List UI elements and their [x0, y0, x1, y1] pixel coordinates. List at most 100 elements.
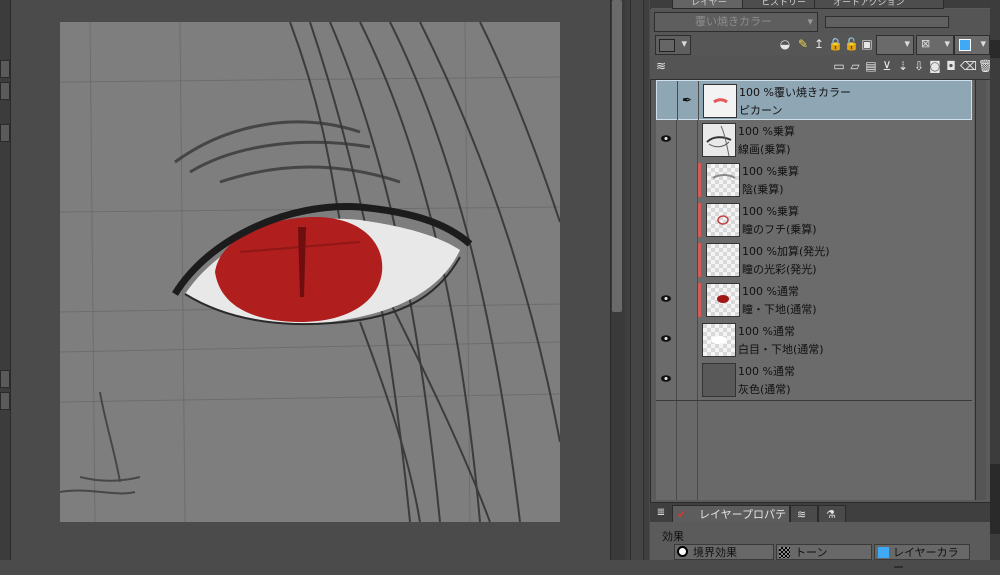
layer-name-label: 灰色(通常)	[738, 383, 791, 396]
lock-transparency-icon[interactable]: 🔓	[844, 37, 859, 51]
canvas-scroll-thumb[interactable]	[612, 0, 622, 312]
layer-row[interactable]: 100 %加算(発光) 瞳の光彩(発光)	[656, 240, 972, 281]
edge-button[interactable]	[990, 464, 1000, 534]
visibility-toggle[interactable]	[657, 81, 678, 121]
layer-menu-icon[interactable]: ≋	[654, 59, 668, 73]
edit-target-column[interactable]: ✒	[678, 81, 699, 121]
eye-icon	[661, 295, 671, 302]
edit-target-column[interactable]	[677, 240, 698, 280]
pen-icon: ✔	[677, 508, 687, 521]
eye-icon	[661, 375, 671, 382]
edit-target-column[interactable]	[677, 320, 698, 360]
layer-color-button[interactable]: ▾	[954, 35, 990, 55]
empty-eye-column	[656, 401, 677, 500]
flask-icon: ⚗	[826, 508, 836, 521]
layer-mode-label: 100 %覆い焼きカラー	[739, 86, 851, 99]
lock-icon[interactable]: 🔒	[828, 37, 843, 51]
layer-row[interactable]: 100 %乗算 陰(乗算)	[656, 160, 972, 201]
mask-icon[interactable]: ▣	[860, 37, 874, 51]
ruler-dropdown[interactable]: ⊠ ▾	[916, 35, 954, 55]
mask-dropdown[interactable]: ▾	[876, 35, 914, 55]
tone-label: トーン	[795, 546, 828, 559]
chevron-down-icon: ▾	[681, 37, 687, 50]
layer-list-scrollbar[interactable]	[975, 80, 986, 500]
clipping-indicator	[698, 243, 701, 277]
layer-thumbnail	[706, 163, 740, 197]
edit-target-column[interactable]	[677, 360, 698, 400]
layer-row[interactable]: ✒ 100 %覆い焼きカラー ピカーン	[656, 80, 972, 121]
pen-edit-icon: ✒	[682, 93, 693, 107]
edge-button[interactable]	[0, 392, 10, 410]
layer-row[interactable]: 100 %通常 瞳・下地(通常)	[656, 280, 972, 321]
tab-auto-action-label: オートアクション	[833, 0, 905, 8]
layer-row[interactable]: 100 %通常 白目・下地(通常)	[656, 320, 972, 361]
opacity-slider[interactable]	[825, 16, 949, 28]
layer-color-swatch	[959, 39, 971, 51]
drawing-canvas[interactable]	[60, 22, 560, 522]
layer-color-effect-button[interactable]: レイヤーカラー	[874, 544, 970, 574]
layer-thumbnail	[702, 363, 736, 397]
mask-delete-icon[interactable]: ⌫	[960, 59, 977, 73]
layer-name-label: 瞳のフチ(乗算)	[742, 223, 817, 236]
eye-illustration	[60, 22, 560, 522]
effects-label: 効果	[662, 530, 684, 543]
apply-mask-icon[interactable]: ◘	[944, 59, 958, 73]
tone-button[interactable]: トーン	[776, 544, 872, 560]
edge-button[interactable]	[0, 60, 10, 78]
edit-target-column[interactable]	[677, 200, 698, 240]
layer-mode-label: 100 %通常	[738, 365, 795, 378]
merge-visible-icon[interactable]: ⇩	[912, 59, 926, 73]
blend-mode-select[interactable]: 覆い焼きカラー ▾	[654, 12, 818, 32]
layer-thumbnail	[702, 123, 736, 157]
layer-mode-label: 100 %乗算	[742, 165, 799, 178]
tab-auto-action[interactable]: オートアクション	[814, 0, 944, 9]
new-folder-icon[interactable]: ▤	[864, 59, 878, 73]
edit-target-column[interactable]	[677, 120, 698, 160]
edit-target-column[interactable]	[677, 280, 698, 320]
merge-down-icon[interactable]: ⇣	[896, 59, 910, 73]
panel-splitter[interactable]	[630, 0, 644, 560]
visibility-toggle[interactable]	[656, 320, 677, 360]
edge-button[interactable]	[0, 124, 10, 142]
edge-button[interactable]	[0, 370, 10, 388]
blend-row: 覆い焼きカラー ▾	[650, 9, 1000, 33]
tab-history-label: ヒストリー	[761, 0, 807, 8]
visibility-toggle[interactable]	[656, 240, 677, 280]
visibility-toggle[interactable]	[656, 120, 677, 160]
visibility-toggle[interactable]	[656, 360, 677, 400]
edge-button[interactable]	[0, 82, 10, 100]
transfer-down-icon[interactable]: ⊻	[880, 59, 894, 73]
clipping-indicator	[698, 203, 701, 237]
panel-menu-icon[interactable]: ≣	[654, 506, 668, 520]
create-mask-icon[interactable]: ◙	[928, 59, 942, 73]
layer-mode-label: 100 %通常	[738, 325, 795, 338]
rim-thumbnail	[717, 215, 729, 225]
edit-target-column[interactable]	[677, 160, 698, 200]
new-raster-layer-icon[interactable]: ▭	[832, 59, 846, 73]
layer-mode-label: 100 %加算(発光)	[742, 245, 830, 258]
visibility-toggle[interactable]	[656, 280, 677, 320]
clip-icon[interactable]: ◒	[778, 37, 792, 51]
layer-color-dropdown[interactable]: ▾	[655, 35, 691, 55]
pencil-icon[interactable]: ✎	[796, 37, 810, 51]
clipping-indicator	[698, 163, 701, 197]
new-vector-layer-icon[interactable]: ▱	[848, 59, 862, 73]
red-mark-thumbnail	[713, 98, 728, 104]
layer-name-label: 瞳・下地(通常)	[742, 303, 817, 316]
layer-name-label: 陰(乗算)	[742, 183, 784, 196]
visibility-toggle[interactable]	[656, 200, 677, 240]
reference-icon[interactable]: ↥	[812, 37, 826, 51]
left-tool-strip	[0, 0, 11, 560]
visibility-toggle[interactable]	[656, 160, 677, 200]
layer-thumbnail	[702, 323, 736, 357]
edge-button[interactable]	[990, 40, 1000, 58]
layer-thumbnail	[706, 283, 740, 317]
layer-row[interactable]: 100 %乗算 線画(乗算)	[656, 120, 972, 161]
border-effect-button[interactable]: 境界効果	[674, 544, 774, 560]
layer-mode-label: 100 %乗算	[742, 205, 799, 218]
panel-tab-bar: レイヤー ヒストリー オートアクション	[650, 0, 1000, 9]
layer-thumbnail	[706, 203, 740, 237]
layer-row[interactable]: 100 %乗算 瞳のフチ(乗算)	[656, 200, 972, 241]
layer-row[interactable]: 100 %通常 灰色(通常)	[656, 360, 972, 401]
layer-color-label: レイヤーカラー	[893, 546, 959, 574]
